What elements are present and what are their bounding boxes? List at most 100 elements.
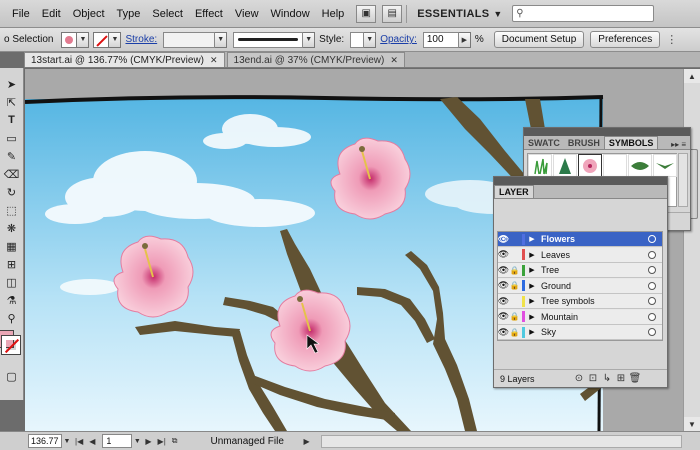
layer-row[interactable]: 👁 ▶ Leaves bbox=[498, 247, 662, 263]
chevron-down-icon[interactable]: ▼ bbox=[493, 9, 502, 19]
opacity-input[interactable]: 100 bbox=[422, 31, 459, 48]
target-circle-icon[interactable] bbox=[648, 266, 656, 274]
zoom-tool-icon[interactable]: ⚲ bbox=[3, 310, 20, 326]
arrange-documents-icon[interactable]: ▤ bbox=[382, 4, 403, 23]
tab-swatches[interactable]: SWATC bbox=[524, 136, 564, 149]
delete-layer-icon[interactable]: 🗑 bbox=[628, 373, 642, 384]
close-icon[interactable]: ✕ bbox=[390, 55, 398, 66]
target-circle-icon[interactable] bbox=[648, 281, 656, 290]
stroke-swatch[interactable] bbox=[1, 335, 21, 355]
brush-definition-field[interactable] bbox=[233, 31, 304, 48]
layer-row[interactable]: 👁 🔒 ▶ Ground bbox=[498, 278, 662, 294]
expand-triangle-icon[interactable]: ▶ bbox=[527, 251, 537, 259]
layer-row[interactable]: 👁 ▶ Tree symbols bbox=[498, 294, 662, 309]
lock-icon[interactable]: 🔒 bbox=[509, 312, 520, 321]
visibility-eye-icon[interactable]: 👁 bbox=[498, 279, 509, 292]
symbol-fern[interactable] bbox=[553, 154, 577, 177]
locate-object-icon[interactable]: ⊙ bbox=[572, 373, 586, 384]
close-icon[interactable]: ✕ bbox=[210, 55, 218, 66]
lock-icon[interactable]: 🔒 bbox=[509, 281, 520, 290]
tab-symbols[interactable]: SYMBOLS bbox=[603, 136, 659, 149]
menu-object[interactable]: Object bbox=[67, 8, 111, 20]
opacity-link[interactable]: Opacity: bbox=[376, 34, 421, 45]
target-circle-icon[interactable] bbox=[648, 235, 656, 243]
menu-effect[interactable]: Effect bbox=[189, 8, 229, 20]
symbol-leaf-2[interactable] bbox=[653, 154, 677, 177]
target-circle-icon[interactable] bbox=[648, 250, 656, 259]
tab-13end[interactable]: 13end.ai @ 37% (CMYK/Preview) ✕ bbox=[226, 52, 405, 67]
fill-color-swatch[interactable] bbox=[61, 31, 78, 48]
stroke-weight-field[interactable] bbox=[163, 31, 216, 48]
brush-dropdown-arrow[interactable]: ▼ bbox=[303, 31, 316, 48]
menu-select[interactable]: Select bbox=[146, 8, 189, 20]
target-circle-icon[interactable] bbox=[648, 312, 656, 321]
style-field[interactable] bbox=[350, 31, 365, 48]
lock-icon[interactable]: 🔒 bbox=[509, 266, 520, 275]
symbols-scrollbar[interactable] bbox=[678, 153, 688, 207]
symbol-grass[interactable] bbox=[528, 154, 552, 177]
visibility-eye-icon[interactable]: 👁 bbox=[498, 233, 509, 246]
workspace-switcher[interactable]: ESSENTIALS bbox=[417, 8, 489, 20]
preferences-button[interactable]: Preferences bbox=[590, 31, 661, 48]
tab-layers[interactable]: LAYER bbox=[494, 185, 534, 198]
menu-edit[interactable]: Edit bbox=[36, 8, 67, 20]
expand-triangle-icon[interactable]: ▶ bbox=[527, 235, 537, 243]
symbol-leaf-1[interactable] bbox=[628, 154, 652, 177]
stroke-weight-arrow[interactable]: ▼ bbox=[215, 31, 228, 48]
status-menu-arrow[interactable]: ▶ bbox=[301, 437, 313, 446]
opacity-stepper-arrow[interactable]: ▶ bbox=[458, 31, 471, 48]
direct-selection-tool-icon[interactable]: ⇱ bbox=[3, 94, 20, 110]
expand-triangle-icon[interactable]: ▶ bbox=[527, 282, 537, 290]
new-sublayer-icon[interactable]: ↳ bbox=[600, 373, 614, 384]
zoom-dropdown-arrow[interactable]: ▼ bbox=[62, 434, 72, 448]
next-page-icon[interactable]: ▶ bbox=[142, 437, 154, 446]
fill-dropdown-arrow[interactable]: ▼ bbox=[77, 31, 90, 48]
first-page-icon[interactable]: |◀ bbox=[72, 437, 86, 446]
menu-window[interactable]: Window bbox=[265, 8, 316, 20]
scroll-down-icon[interactable]: ▼ bbox=[684, 417, 700, 431]
eyedropper-tool-icon[interactable]: ⚗ bbox=[3, 292, 20, 308]
symbol-blank[interactable] bbox=[603, 154, 627, 177]
screen-mode-icon[interactable]: ▢ bbox=[3, 368, 20, 384]
type-tool-icon[interactable]: T bbox=[3, 112, 20, 128]
tab-13start[interactable]: 13start.ai @ 136.77% (CMYK/Preview) ✕ bbox=[24, 52, 225, 67]
scroll-up-icon[interactable]: ▲ bbox=[684, 69, 700, 83]
vertical-scrollbar[interactable]: ▲ ▼ bbox=[683, 69, 700, 431]
reveal-in-bridge-icon[interactable]: ⧉ bbox=[169, 436, 181, 446]
visibility-eye-icon[interactable]: 👁 bbox=[498, 248, 509, 261]
menu-type[interactable]: Type bbox=[111, 8, 147, 20]
fill-stroke-widget[interactable] bbox=[0, 330, 21, 370]
layer-row[interactable]: 👁 ▶ Flowers bbox=[498, 232, 662, 247]
expand-triangle-icon[interactable]: ▶ bbox=[527, 297, 537, 305]
menu-file[interactable]: File bbox=[6, 8, 36, 20]
stroke-link[interactable]: Stroke: bbox=[121, 34, 161, 45]
zoom-level-input[interactable]: 136.77 bbox=[28, 434, 62, 448]
horizontal-scrollbar[interactable] bbox=[320, 434, 682, 448]
visibility-eye-icon[interactable]: 👁 bbox=[498, 264, 509, 277]
clipping-mask-icon[interactable]: ⊡ bbox=[586, 373, 600, 384]
previous-page-icon[interactable]: ◀ bbox=[86, 437, 98, 446]
search-input[interactable]: ⚲ bbox=[512, 5, 655, 22]
lock-icon[interactable]: 🔒 bbox=[509, 328, 520, 337]
tab-brushes[interactable]: BRUSH bbox=[564, 136, 604, 149]
rotate-tool-icon[interactable]: ↻ bbox=[3, 184, 20, 200]
panel-menu-icon[interactable]: ▸▸ ≡ bbox=[667, 140, 690, 149]
bridge-icon[interactable]: ▣ bbox=[356, 4, 377, 23]
visibility-eye-icon[interactable]: 👁 bbox=[498, 310, 509, 323]
pencil-tool-icon[interactable]: ✎ bbox=[3, 148, 20, 164]
panel-options-icon[interactable]: ⋮ bbox=[666, 33, 677, 46]
menu-view[interactable]: View bbox=[229, 8, 265, 20]
page-dropdown-arrow[interactable]: ▼ bbox=[132, 434, 142, 448]
visibility-eye-icon[interactable]: 👁 bbox=[498, 295, 509, 308]
layer-row[interactable]: 👁 🔒 ▶ Sky bbox=[498, 325, 662, 340]
panel-titlebar[interactable] bbox=[524, 128, 690, 136]
panel-titlebar[interactable] bbox=[494, 177, 667, 185]
document-setup-button[interactable]: Document Setup bbox=[493, 31, 585, 48]
layer-row[interactable]: 👁 🔒 ▶ Tree bbox=[498, 263, 662, 278]
target-circle-icon[interactable] bbox=[648, 328, 656, 336]
gradient-tool-icon[interactable]: ▦ bbox=[3, 238, 20, 254]
expand-triangle-icon[interactable]: ▶ bbox=[527, 328, 537, 336]
expand-triangle-icon[interactable]: ▶ bbox=[527, 313, 537, 321]
page-number-input[interactable]: 1 bbox=[102, 434, 133, 448]
mesh-tool-icon[interactable]: ⊞ bbox=[3, 256, 20, 272]
